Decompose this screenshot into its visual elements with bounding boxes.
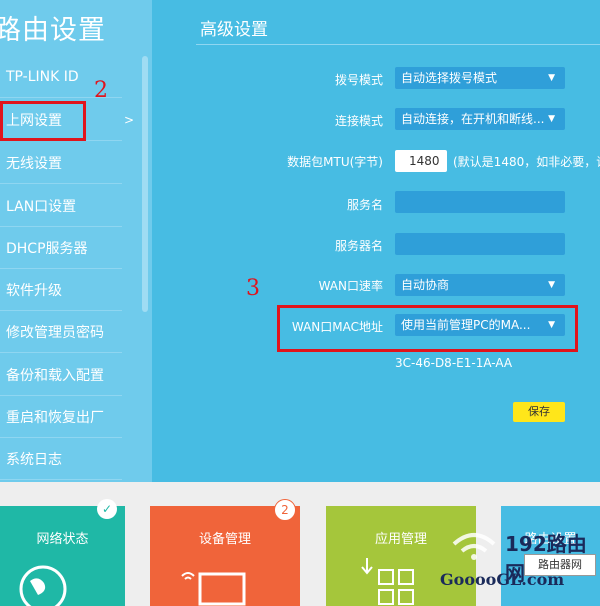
- dial-mode-select[interactable]: 自动选择拨号模式 ▼: [395, 67, 565, 89]
- sidebar-item-syslog[interactable]: 系统日志: [0, 438, 122, 480]
- caret-down-icon: ▼: [548, 73, 555, 83]
- mtu-label: 数据包MTU(字节): [287, 155, 383, 169]
- sidebar-scrollbar[interactable]: [142, 56, 148, 312]
- sidebar-item-dhcp[interactable]: DHCP服务器: [0, 227, 122, 269]
- mtu-hint: (默认是1480，如非必要，请: [453, 155, 600, 169]
- wan-speed-label: WAN口速率: [318, 279, 383, 293]
- connect-mode-value: 自动连接，在开机和断线...: [401, 112, 545, 126]
- sidebar-item-firmware[interactable]: 软件升级: [0, 269, 122, 311]
- sidebar-item-label: LAN口设置: [6, 198, 77, 215]
- annotation-number: 2: [94, 78, 108, 103]
- sidebar-item-label: 软件升级: [6, 282, 62, 299]
- service-name-input[interactable]: [395, 191, 565, 213]
- page-title: 高级设置: [200, 20, 268, 40]
- server-name-label: 服务器名: [334, 239, 383, 253]
- check-icon: ✓: [97, 499, 117, 519]
- device-count-badge: 2: [274, 499, 296, 521]
- mtu-input[interactable]: 1480: [395, 150, 447, 172]
- sidebar-item-reboot[interactable]: 重启和恢复出厂: [0, 396, 122, 438]
- sidebar-item-wireless[interactable]: 无线设置: [0, 142, 122, 184]
- dial-mode-label: 拨号模式: [334, 73, 383, 87]
- connect-mode-select[interactable]: 自动连接，在开机和断线... ▼: [395, 108, 565, 130]
- annotation-number: 3: [246, 276, 260, 301]
- apps-icon: [361, 558, 414, 605]
- sidebar-item-label: 备份和载入配置: [6, 367, 104, 384]
- bottom-nav: 网络状态 ✓ 设备管理 2 应用管理 路由设置 192路由网 路由器网 Gooo…: [0, 482, 600, 606]
- wan-speed-select[interactable]: 自动协商 ▼: [395, 274, 565, 296]
- sidebar-item-label: TP-LINK ID: [6, 68, 79, 85]
- sidebar-item-label: 无线设置: [6, 155, 62, 172]
- caret-down-icon: ▼: [548, 280, 555, 290]
- save-button[interactable]: 保存: [513, 402, 565, 422]
- sidebar-item-admin-password[interactable]: 修改管理员密码: [0, 311, 122, 353]
- sidebar-item-lan[interactable]: LAN口设置: [0, 185, 122, 227]
- server-name-input[interactable]: [395, 233, 565, 255]
- watermark-site: GooooGL.com: [440, 570, 565, 589]
- sidebar-title: 路由设置: [0, 15, 106, 46]
- wan-speed-value: 自动协商: [401, 278, 450, 292]
- tile-device-management[interactable]: 设备管理 2: [150, 499, 300, 606]
- dial-mode-value: 自动选择拨号模式: [401, 71, 498, 85]
- sidebar: 路由设置 TP-LINK ID 上网设置 > 无线设置 LAN口设置 DHCP服务…: [0, 0, 152, 482]
- annotation-box-wan-mac: [277, 305, 578, 352]
- chevron-right-icon: >: [123, 113, 134, 127]
- sidebar-item-backup[interactable]: 备份和载入配置: [0, 354, 122, 396]
- tile-label: 设备管理: [198, 532, 251, 547]
- globe-icon: [19, 565, 67, 606]
- sidebar-item-label: DHCP服务器: [6, 240, 88, 257]
- tile-label: 网络状态: [36, 532, 89, 547]
- title-divider: [196, 44, 600, 45]
- tile-network-status[interactable]: 网络状态 ✓: [0, 499, 125, 606]
- connect-mode-label: 连接模式: [334, 114, 383, 128]
- mac-address-text: 3C-46-D8-E1-1A-AA: [395, 356, 513, 370]
- active-tab-pointer: [565, 472, 583, 482]
- annotation-box-internet: [0, 101, 86, 141]
- caret-down-icon: ▼: [548, 114, 555, 124]
- sidebar-item-label: 系统日志: [6, 451, 62, 468]
- wifi-watermark-icon: [452, 533, 496, 560]
- sidebar-item-label: 修改管理员密码: [6, 324, 104, 341]
- laptop-icon: [181, 572, 246, 606]
- sidebar-item-label: 重启和恢复出厂: [6, 409, 104, 426]
- service-name-label: 服务名: [346, 198, 383, 212]
